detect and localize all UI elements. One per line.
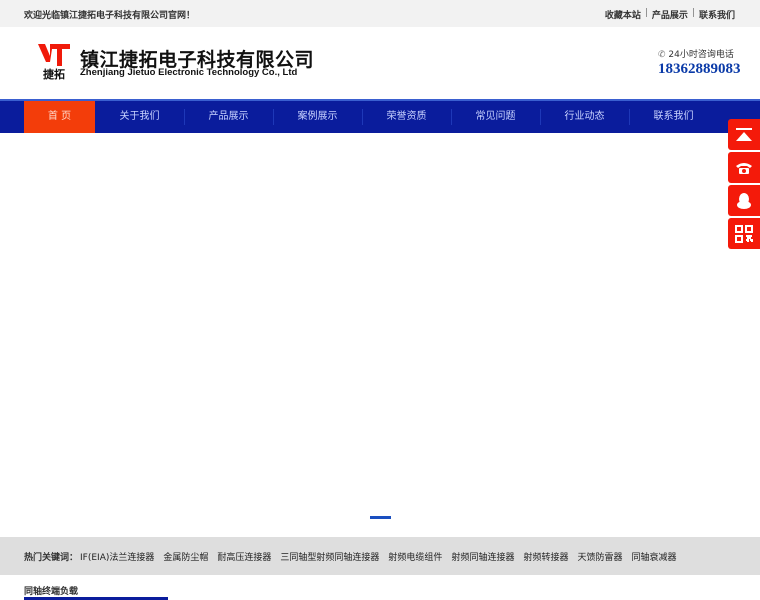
keyword-link[interactable]: 射频同轴连接器 [451, 550, 514, 563]
keyword-link[interactable]: 天馈防雷器 [577, 550, 622, 563]
section-title[interactable]: 同轴终端负载 [24, 584, 78, 597]
telephone-icon [736, 162, 752, 174]
nav-about[interactable]: 关于我们 [95, 101, 184, 133]
nav-faq[interactable]: 常见问题 [451, 101, 540, 133]
top-bar: 欢迎光临镇江捷拓电子科技有限公司官网！ 收藏本站 | 产品展示 | 联系我们 [0, 0, 760, 27]
qq-button[interactable] [728, 185, 760, 216]
company-name-en: Zhenjiang Jietuo Electronic Technology C… [80, 67, 298, 78]
separator: | [644, 8, 648, 18]
hotline-number: 18362889083 [658, 61, 741, 77]
qr-code-icon [735, 224, 753, 243]
back-to-top-button[interactable] [728, 119, 760, 150]
phone-icon: ✆ [658, 50, 666, 60]
nav-honors[interactable]: 荣誉资质 [362, 101, 451, 133]
nav-contact[interactable]: 联系我们 [629, 101, 718, 133]
qr-code-button[interactable] [728, 218, 760, 249]
nav-cases[interactable]: 案例展示 [273, 101, 362, 133]
nav-products[interactable]: 产品展示 [184, 101, 273, 133]
hot-keywords-bar: 热门关键词： IF(EIA)法兰连接器 金属防尘帽 耐高压连接器 三同轴型射频同… [0, 537, 760, 575]
company-logo[interactable]: 捷拓 [38, 44, 70, 80]
welcome-text: 欢迎光临镇江捷拓电子科技有限公司官网！ [24, 11, 196, 21]
nav-news[interactable]: 行业动态 [540, 101, 629, 133]
svg-text:捷拓: 捷拓 [43, 67, 65, 80]
products-link[interactable]: 产品展示 [652, 8, 688, 21]
keyword-link[interactable]: 射频转接器 [523, 550, 568, 563]
slider-indicator[interactable] [370, 516, 391, 519]
nav-home[interactable]: 首 页 [24, 101, 95, 133]
main-nav: 首 页 关于我们 产品展示 案例展示 荣誉资质 常见问题 行业动态 联系我们 [0, 99, 760, 133]
keyword-link[interactable]: 同轴衰减器 [631, 550, 676, 563]
hot-keywords-label: 热门关键词： [24, 552, 79, 563]
keyword-link[interactable]: 金属防尘帽 [163, 550, 208, 563]
back-to-top-icon [736, 127, 752, 141]
keyword-link[interactable]: IF(EIA)法兰连接器 [80, 550, 154, 563]
keyword-link[interactable]: 射频电缆组件 [388, 550, 442, 563]
contact-link[interactable]: 联系我们 [699, 8, 735, 21]
hotline-label: ✆ 24小时咨询电话 [658, 50, 734, 60]
top-links: 收藏本站 | 产品展示 | 联系我们 [605, 8, 735, 21]
bookmark-link[interactable]: 收藏本站 [605, 8, 641, 21]
separator: | [691, 8, 695, 18]
qq-icon [737, 192, 751, 209]
keyword-link[interactable]: 耐高压连接器 [217, 550, 271, 563]
keyword-link[interactable]: 三同轴型射频同轴连接器 [280, 550, 379, 563]
banner-slider[interactable] [0, 133, 760, 536]
phone-button[interactable] [728, 152, 760, 183]
